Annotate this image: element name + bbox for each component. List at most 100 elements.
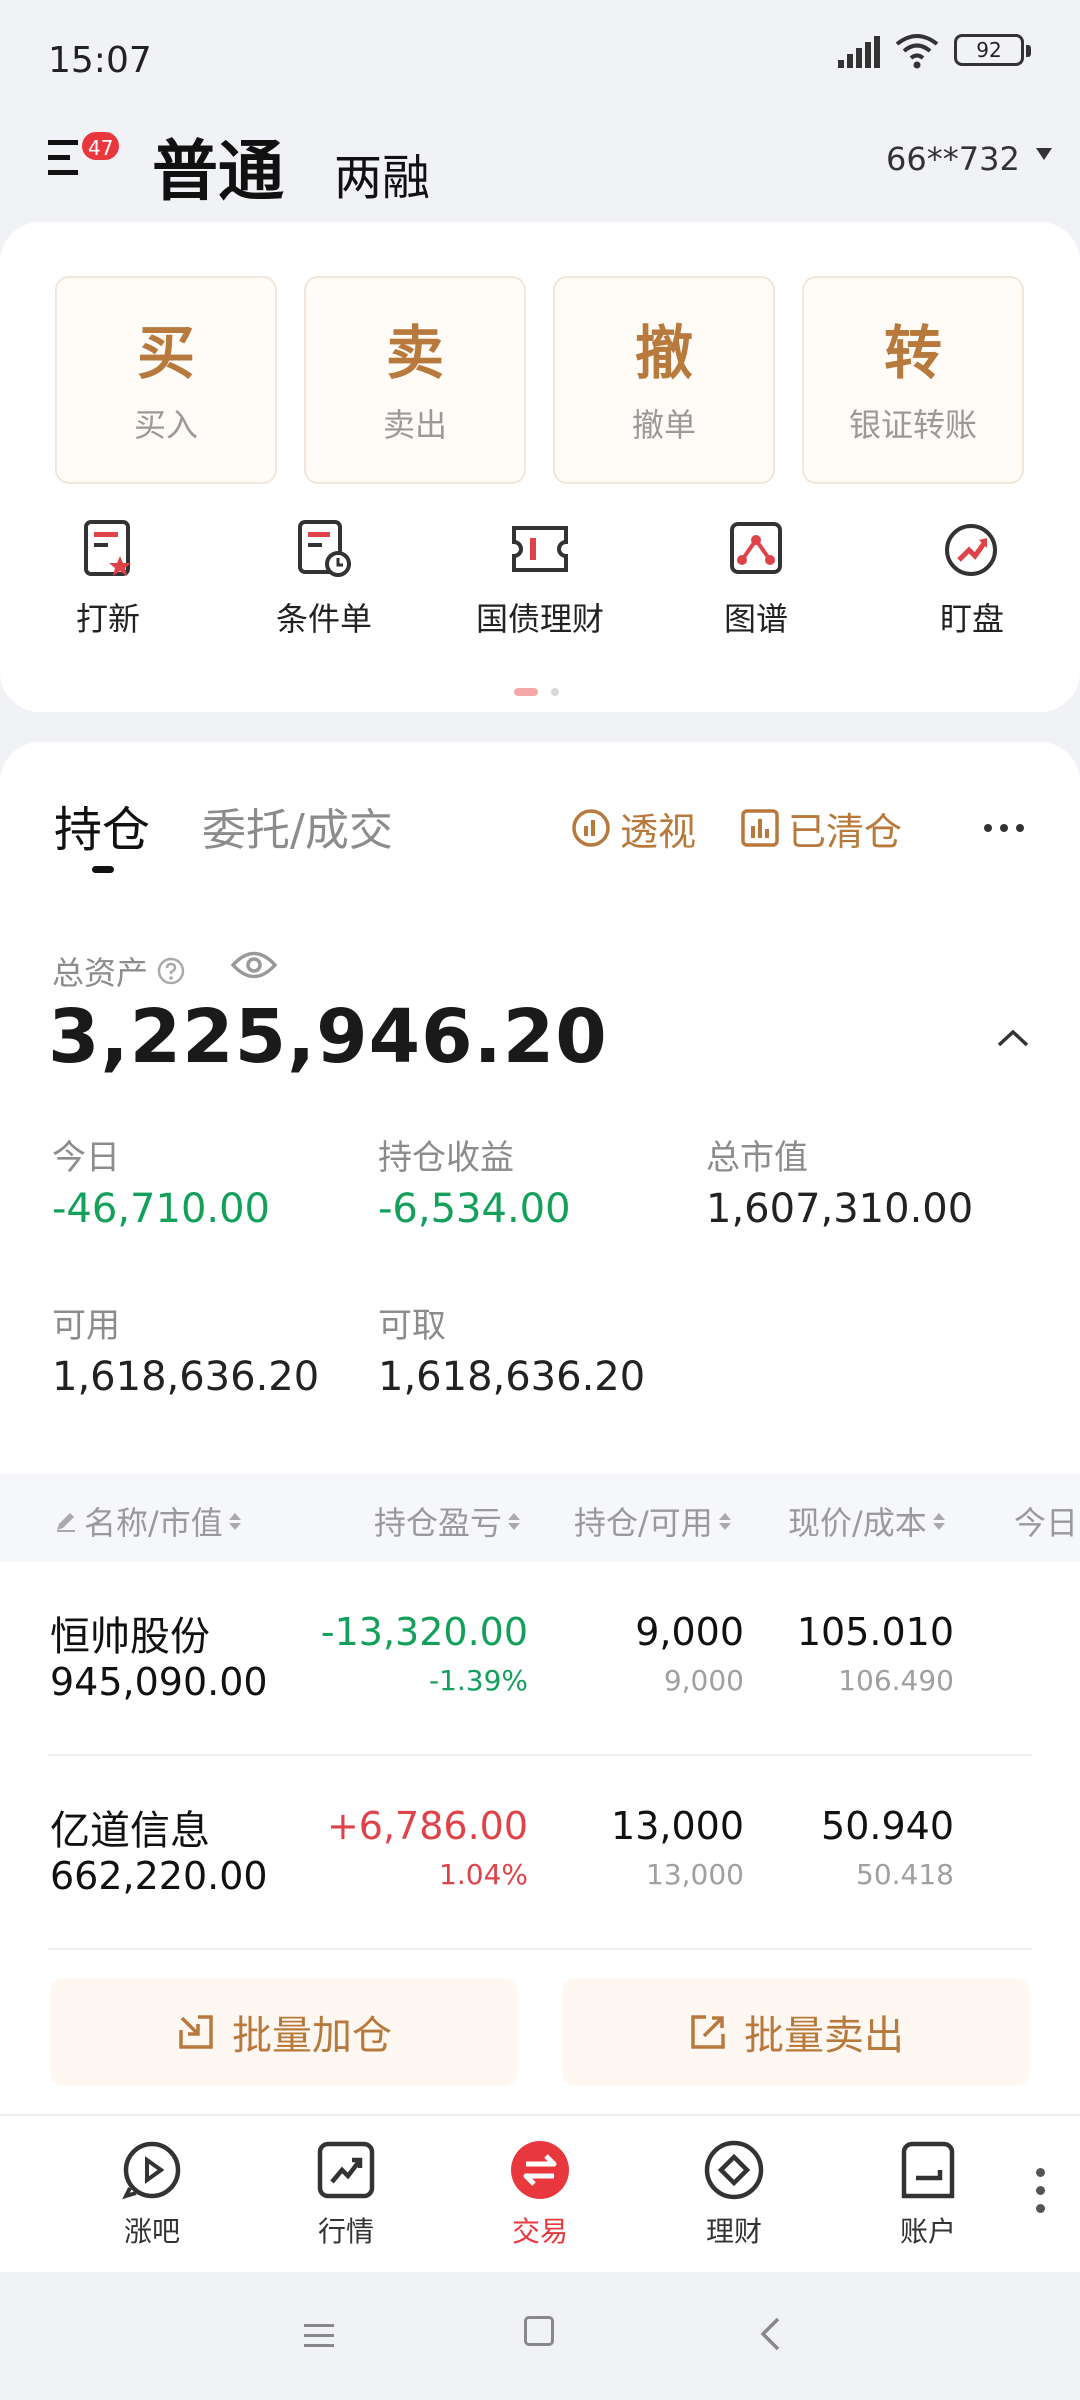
available-funds-label: 可用 [52,1306,120,1346]
stock-cost: 106.490 [838,1664,954,1697]
edit-icon [57,1513,75,1532]
tool-graph[interactable]: 图谱 [656,518,856,640]
tool-conditional-order-label: 条件单 [275,600,372,638]
today-pnl-value: -46,710.00 [52,1186,271,1232]
cleared-positions-button[interactable]: 已清仓 [740,804,902,854]
tool-graph-label: 图谱 [723,600,788,638]
tab-orders[interactable]: 委托/成交 [202,794,393,858]
column-header-quantity-text: 持仓/可用 [574,1504,713,1542]
signal-icon [838,36,880,68]
perspective-button[interactable]: 透视 [570,804,696,854]
menu-icon [48,140,78,175]
more-vertical-icon[interactable] [1036,2168,1045,2213]
tool-ipo-label: 打新 [75,600,140,638]
sort-icon [508,1512,521,1530]
page-indicator-dot[interactable] [551,688,559,696]
available-funds-value: 1,618,636.20 [52,1354,320,1400]
more-dot-icon [984,824,992,832]
system-navigation-bar [0,2272,1080,2400]
stock-cost: 50.418 [856,1858,954,1891]
bank-transfer-button[interactable]: 转 银证转账 [802,276,1024,484]
more-dot-icon [1000,824,1008,832]
buy-button[interactable]: 买 买入 [55,276,277,484]
tab-active-indicator [92,866,114,873]
total-assets-label-text: 总资产 [52,954,149,992]
account-type-margin-tab[interactable]: 两融 [334,138,430,208]
cancel-order-button-glyph: 撤 [634,319,693,387]
account-id-selector[interactable]: 66**732 [886,140,1020,178]
batch-add-icon [179,2015,213,2049]
batch-add-button[interactable]: 批量加仓 [50,1978,518,2086]
nav-zhangba-label: 涨吧 [123,2215,180,2248]
nav-trade[interactable]: 交易 [470,2138,610,2250]
bond-icon [512,526,568,572]
column-header-name[interactable]: 名称/市值 [54,1498,241,1544]
batch-sell-label: 批量卖出 [744,2013,904,2059]
eye-icon[interactable] [230,948,278,982]
cleared-positions-label: 已清仓 [788,809,903,854]
cancel-order-button[interactable]: 撤 撤单 [553,276,775,484]
column-header-pnl[interactable]: 持仓盈亏 [374,1498,521,1544]
conditional-order-icon [298,520,351,577]
tool-watch[interactable]: 盯盘 [872,518,1072,640]
row-divider [48,1948,1032,1950]
stock-quantity: 13,000 [611,1804,744,1848]
nav-market[interactable]: 行情 [276,2138,416,2250]
help-icon[interactable] [156,956,186,986]
chevron-up-icon[interactable] [996,1028,1030,1048]
column-header-pnl-text: 持仓盈亏 [374,1504,503,1542]
back-icon[interactable] [758,2316,782,2352]
holdings-card: 持仓 委托/成交 透视 已清仓 总资产 3,225,946.20 今日 -46,… [0,742,1080,2114]
nav-account[interactable]: 账户 [858,2138,998,2250]
more-dot-icon [1036,2204,1045,2213]
total-assets-label: 总资产 [52,948,186,994]
table-header: 名称/市值 持仓盈亏 持仓/可用 现价/成本 今日 [0,1474,1080,1562]
stock-pnl: +6,786.00 [326,1804,528,1848]
perspective-label: 透视 [620,809,697,854]
stock-pnl: -13,320.00 [320,1610,528,1654]
wifi-icon [895,34,939,69]
nav-zhangba[interactable]: 涨吧 [82,2138,222,2250]
bar-chart-icon [741,809,779,847]
trend-chart-icon [317,2141,375,2199]
menu-button[interactable]: 47 [48,130,122,190]
withdrawable-funds-value: 1,618,636.20 [378,1354,646,1400]
more-options-button[interactable] [984,824,1024,832]
batch-add-label: 批量加仓 [232,2013,392,2059]
status-time: 15:07 [48,40,152,81]
stock-price: 50.940 [821,1804,954,1848]
table-row[interactable]: 亿道信息 662,220.00 +6,786.00 1.04% 13,000 1… [0,1756,1080,1950]
tool-ipo[interactable]: 打新 [8,518,208,640]
batch-sell-button[interactable]: 批量卖出 [562,1978,1030,2086]
withdrawable-funds-label: 可取 [378,1306,446,1346]
stock-market-value: 945,090.00 [50,1660,268,1704]
column-header-quantity[interactable]: 持仓/可用 [574,1498,731,1544]
recent-apps-icon[interactable] [302,2322,336,2350]
tool-bond[interactable]: 国债理财 [440,518,640,640]
table-row[interactable]: 恒帅股份 945,090.00 -13,320.00 -1.39% 9,000 … [0,1562,1080,1756]
holding-profit-value: -6,534.00 [378,1186,571,1232]
more-dot-icon [1036,2168,1045,2177]
tool-conditional-order[interactable]: 条件单 [224,518,424,640]
account-type-normal-tab[interactable]: 普通 [152,118,284,214]
tab-positions[interactable]: 持仓 [54,790,150,860]
sell-button[interactable]: 卖 卖出 [304,276,526,484]
stock-pnl-percent: 1.04% [439,1858,528,1891]
column-header-price[interactable]: 现价/成本 [788,1498,945,1544]
chevron-down-icon[interactable] [1036,148,1052,160]
tool-bond-label: 国债理财 [475,600,604,638]
nav-wealth[interactable]: 理财 [664,2138,804,2250]
stock-name: 亿道信息 [50,1808,210,1854]
column-header-price-text: 现价/成本 [788,1504,927,1542]
stock-available: 9,000 [663,1664,744,1697]
column-header-today[interactable]: 今日 [1014,1498,1078,1544]
column-header-name-text: 名称/市值 [84,1504,223,1542]
batch-sell-icon [691,2015,725,2049]
buy-button-glyph: 买 [136,319,195,387]
status-bar: 15:07 92 [0,0,1080,100]
trade-exchange-icon [511,2141,569,2199]
home-icon[interactable] [524,2316,554,2346]
account-icon [901,2141,955,2199]
sort-icon [228,1512,241,1530]
column-header-today-text: 今日 [1014,1504,1079,1542]
